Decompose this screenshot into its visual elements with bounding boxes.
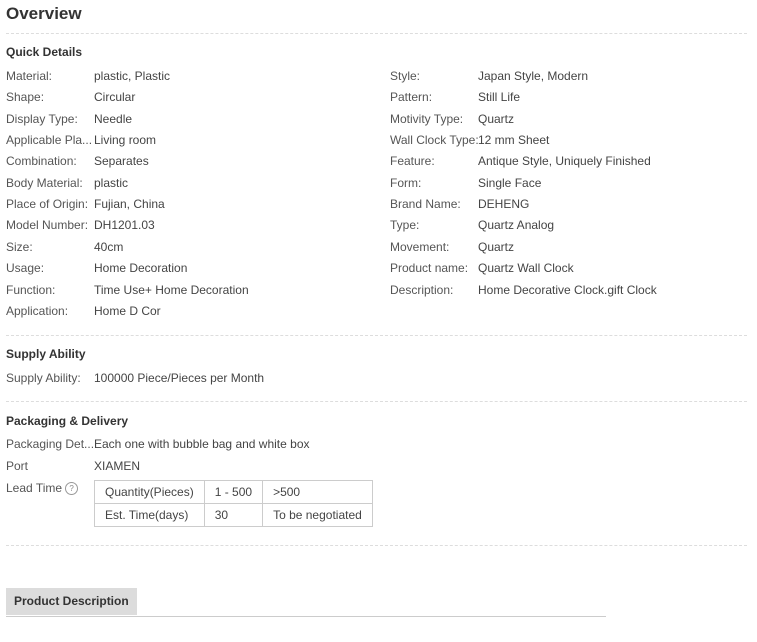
detail-value: plastic [94,176,129,190]
detail-value: DEHENG [478,197,530,211]
packaging-details-value: Each one with bubble bag and white box [94,437,310,451]
detail-label: Type: [390,218,420,232]
detail-value: Quartz [478,112,515,126]
detail-label: Size: [6,240,33,254]
detail-label: Combination: [6,154,77,168]
supply-ability-value: 100000 Piece/Pieces per Month [94,371,265,385]
divider [6,545,747,546]
tab-product-description[interactable]: Product Description [6,588,137,615]
packaging-delivery-title: Packaging & Delivery [6,414,129,428]
table-cell: 1 - 500 [203,480,264,504]
port-value: XIAMEN [94,459,141,473]
quick-details-title: Quick Details [6,45,83,59]
divider [6,335,747,336]
supply-ability-label: Supply Ability: [6,371,81,385]
detail-value: Still Life [478,90,521,104]
supply-ability-title: Supply Ability [6,347,86,361]
detail-value: Home D Cor [94,304,161,318]
detail-label: Wall Clock Type: [390,133,479,147]
detail-label: Movement: [390,240,450,254]
detail-label: Style: [390,69,421,83]
detail-label: Application: [6,304,69,318]
detail-value: Quartz Wall Clock [478,261,574,275]
lead-time-label-row: Lead Time? [6,480,79,496]
detail-value: Separates [94,154,149,168]
table-cell: >500 [262,480,373,504]
detail-label: Material: [6,69,53,83]
table-cell: Est. Time(days) [94,503,205,527]
packaging-details-label: Packaging Det... [6,437,95,451]
overview-title: Overview [6,4,82,23]
detail-value: 12 mm Sheet [478,133,550,147]
detail-value: Needle [94,112,133,126]
tab-underline [6,616,606,617]
table-row: Est. Time(days) 30 To be negotiated [94,503,373,527]
detail-label: Function: [6,283,56,297]
detail-value: Living room [94,133,157,147]
divider [6,401,747,402]
detail-label: Description: [390,283,454,297]
detail-label: Place of Origin: [6,197,89,211]
detail-label: Product name: [390,261,469,275]
detail-label: Shape: [6,90,45,104]
detail-value: Fujian, China [94,197,165,211]
detail-label: Usage: [6,261,45,275]
table-row: Quantity(Pieces) 1 - 500 >500 [94,480,373,504]
divider [6,33,747,34]
detail-value: Japan Style, Modern [478,69,589,83]
detail-value: Home Decorative Clock.gift Clock [478,283,657,297]
detail-value: Quartz Analog [478,218,555,232]
detail-value: 40cm [94,240,124,254]
detail-label: Body Material: [6,176,83,190]
help-icon[interactable]: ? [65,482,79,495]
detail-value: Single Face [478,176,542,190]
port-label: Port [6,459,29,473]
detail-value: Home Decoration [94,261,188,275]
detail-label: Motivity Type: [390,112,464,126]
detail-label: Feature: [390,154,435,168]
detail-label: Model Number: [6,218,89,232]
detail-label: Form: [390,176,422,190]
detail-value: Antique Style, Uniquely Finished [478,154,651,168]
detail-label: Brand Name: [390,197,461,211]
table-cell: To be negotiated [262,503,373,527]
table-cell: 30 [203,503,264,527]
detail-label: Pattern: [390,90,433,104]
detail-value: DH1201.03 [94,218,155,232]
detail-label: Display Type: [6,112,78,126]
detail-value: Time Use+ Home Decoration [94,283,249,297]
detail-value: Circular [94,90,136,104]
detail-value: plastic, Plastic [94,69,171,83]
detail-value: Quartz [478,240,515,254]
table-cell: Quantity(Pieces) [94,480,205,504]
lead-time-label: Lead Time [6,481,63,495]
lead-time-table: Quantity(Pieces) 1 - 500 >500 Est. Time(… [94,480,373,527]
detail-label: Applicable Pla... [6,133,93,147]
